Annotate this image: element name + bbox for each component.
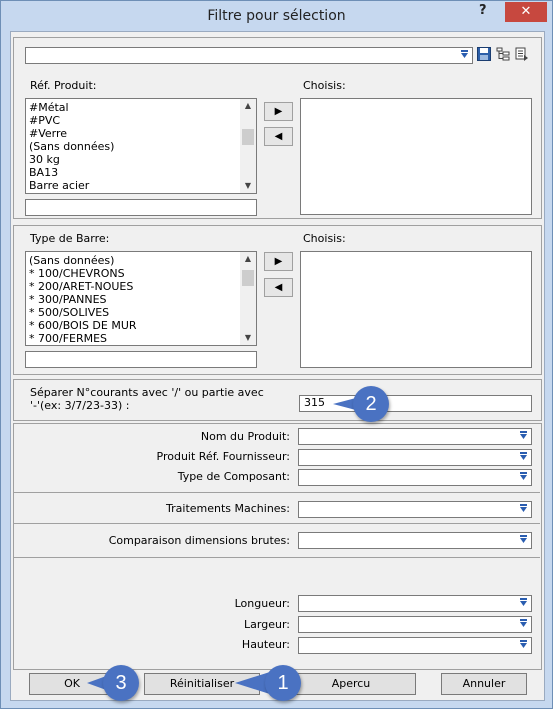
save-icon[interactable] <box>477 47 491 61</box>
ref-produit-label: Réf. Produit: <box>30 79 97 92</box>
dropdown-arrow-icon[interactable] <box>518 597 529 609</box>
list-item[interactable]: * 100/CHEVRONS <box>29 267 256 280</box>
type-barre-chosen-label: Choisis: <box>303 232 346 245</box>
nom-produit-combo[interactable] <box>298 428 532 445</box>
list-item[interactable]: * 700/FERMES <box>29 332 256 345</box>
callout-2: 2 <box>353 386 389 422</box>
comparaison-combo[interactable] <box>298 532 532 549</box>
scroll-up-icon[interactable]: ▲ <box>240 99 256 113</box>
list-item[interactable]: * 200/ARET-NOUES <box>29 280 256 293</box>
export-list-icon[interactable] <box>515 47 529 61</box>
tree-structure-icon[interactable] <box>496 47 510 61</box>
scroll-down-icon[interactable]: ▼ <box>240 331 256 345</box>
scroll-thumb[interactable] <box>242 129 254 145</box>
apercu-button[interactable]: Apercu <box>286 673 416 695</box>
produit-ref-fournisseur-label: Produit Réf. Fournisseur: <box>156 450 290 463</box>
scroll-down-icon[interactable]: ▼ <box>240 179 256 193</box>
list-item[interactable]: * 500/SOLIVES <box>29 306 256 319</box>
list-item[interactable]: 30 kg <box>29 153 256 166</box>
window-title: Filtre pour sélection <box>207 8 346 24</box>
list-item[interactable]: * 300/PANNES <box>29 293 256 306</box>
saved-filter-value <box>26 48 29 61</box>
longueur-label: Longueur: <box>234 597 290 610</box>
list-item[interactable]: Barre acier <box>29 179 256 192</box>
largeur-combo[interactable] <box>298 616 532 633</box>
criteria-divider-2 <box>13 523 540 524</box>
help-button[interactable]: ? <box>479 3 487 18</box>
separator-label-line2: '-'(ex: 3/7/23-33) : <box>30 399 130 412</box>
list-item[interactable]: #Verre <box>29 127 256 140</box>
ref-produit-chosen-list[interactable] <box>300 98 532 215</box>
type-barre-search-input[interactable] <box>25 351 257 368</box>
title-bar[interactable]: Filtre pour sélection ? ✕ <box>1 1 552 31</box>
nom-produit-label: Nom du Produit: <box>200 430 290 443</box>
list-item[interactable]: (Sans données) <box>29 140 256 153</box>
list-item[interactable]: BA13 <box>29 166 256 179</box>
hauteur-combo[interactable] <box>298 637 532 654</box>
dropdown-arrow-icon[interactable] <box>518 471 529 483</box>
ref-produit-list[interactable]: #Métal #PVC #Verre (Sans données) 30 kg BA13 B… <box>25 98 257 194</box>
list-item[interactable]: (Sans données) <box>29 254 256 267</box>
ref-produit-scrollbar[interactable]: ▲ ▼ <box>240 99 256 193</box>
type-barre-chosen-list[interactable] <box>300 251 532 368</box>
hauteur-label: Hauteur: <box>241 638 290 651</box>
type-composant-label: Type de Composant: <box>177 470 290 483</box>
type-barre-add-button[interactable]: ▶ <box>264 252 293 271</box>
annuler-button[interactable]: Annuler <box>441 673 527 695</box>
traitements-machines-combo[interactable] <box>298 501 532 518</box>
close-button[interactable]: ✕ <box>505 2 547 22</box>
ref-produit-search-input[interactable] <box>25 199 257 216</box>
type-barre-label: Type de Barre: <box>30 232 110 245</box>
scroll-up-icon[interactable]: ▲ <box>240 252 256 266</box>
produit-ref-fournisseur-combo[interactable] <box>298 449 532 466</box>
comparaison-label: Comparaison dimensions brutes: <box>108 534 290 547</box>
type-composant-combo[interactable] <box>298 469 532 486</box>
type-barre-items: (Sans données) * 100/CHEVRONS * 200/ARET-N… <box>26 252 256 345</box>
criteria-divider-1 <box>13 492 540 493</box>
type-barre-list[interactable]: (Sans données) * 100/CHEVRONS * 200/ARET-N… <box>25 251 257 346</box>
type-barre-scrollbar[interactable]: ▲ ▼ <box>240 252 256 345</box>
ref-produit-remove-button[interactable]: ◀ <box>264 127 293 146</box>
largeur-label: Largeur: <box>244 618 290 631</box>
scroll-thumb[interactable] <box>242 270 254 286</box>
dropdown-arrow-icon[interactable] <box>518 618 529 630</box>
dropdown-arrow-icon[interactable] <box>459 49 470 61</box>
type-barre-remove-button[interactable]: ◀ <box>264 278 293 297</box>
list-item[interactable]: #PVC <box>29 114 256 127</box>
longueur-combo[interactable] <box>298 595 532 612</box>
separator-input-value: 315 <box>304 396 325 409</box>
saved-filter-combo[interactable] <box>25 47 473 64</box>
list-item[interactable]: #Métal <box>29 101 256 114</box>
dropdown-arrow-icon[interactable] <box>518 430 529 442</box>
dropdown-arrow-icon[interactable] <box>518 534 529 546</box>
dropdown-arrow-icon[interactable] <box>518 639 529 651</box>
separator-label-line1: Séparer N°courants avec '/' ou partie av… <box>30 386 264 399</box>
dropdown-arrow-icon[interactable] <box>518 451 529 463</box>
dialog-window: Filtre pour sélection ? ✕ Réf. Produit: … <box>0 0 553 709</box>
dropdown-arrow-icon[interactable] <box>518 503 529 515</box>
callout-3: 3 <box>103 665 139 701</box>
criteria-divider-3 <box>13 557 540 558</box>
callout-1: 1 <box>265 665 301 701</box>
ref-produit-add-button[interactable]: ▶ <box>264 102 293 121</box>
ref-produit-items: #Métal #PVC #Verre (Sans données) 30 kg BA13 B… <box>26 99 256 192</box>
list-item[interactable]: * 600/BOIS DE MUR <box>29 319 256 332</box>
ref-produit-chosen-label: Choisis: <box>303 79 346 92</box>
traitements-machines-label: Traitements Machines: <box>166 502 290 515</box>
